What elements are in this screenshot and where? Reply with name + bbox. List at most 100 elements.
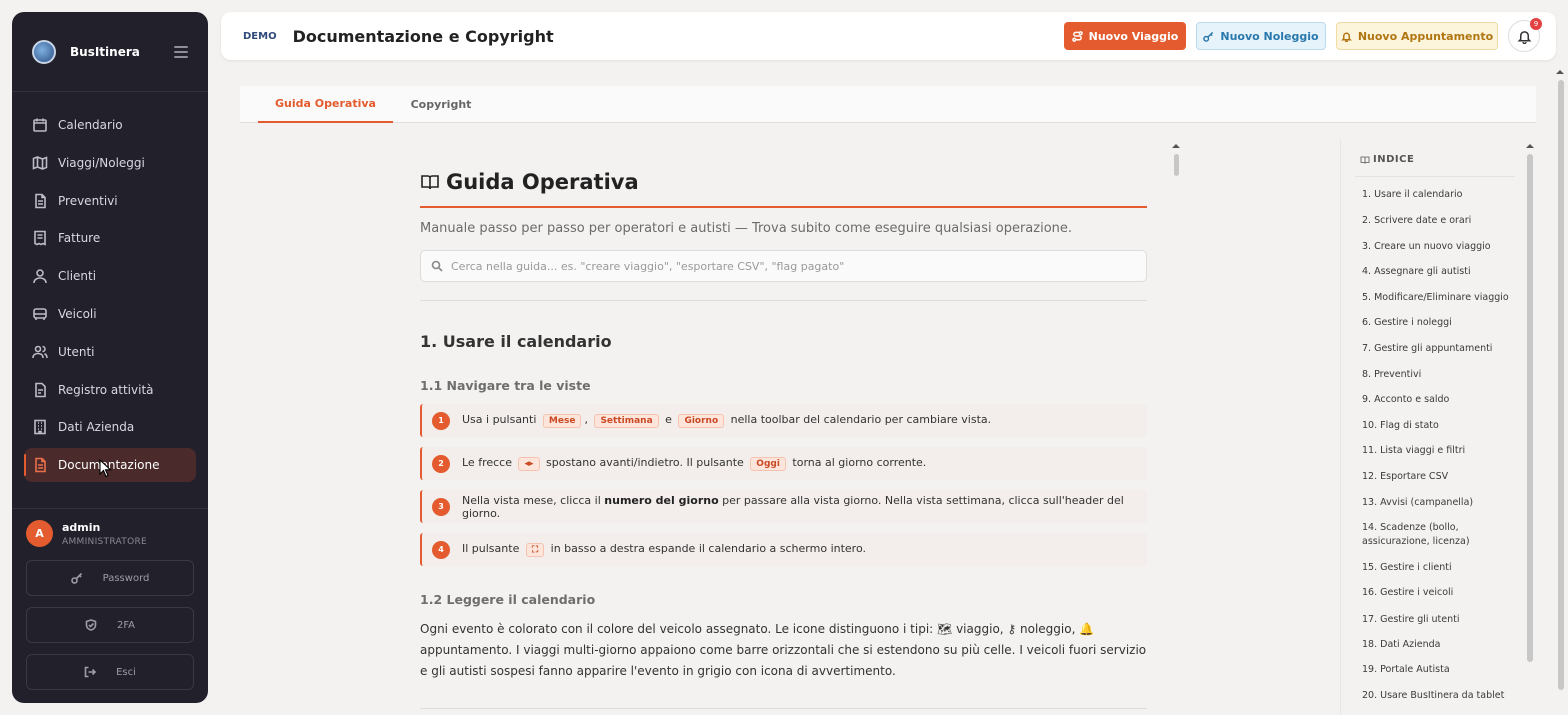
index-link[interactable]: 5. Modificare/Eliminare viaggio [1362, 291, 1527, 305]
sidebar-item-label: Veicoli [58, 306, 97, 321]
index-scrollbar[interactable] [1526, 144, 1534, 715]
route-icon [1071, 30, 1083, 42]
step-text: Nella vista mese, clicca il numero del g… [462, 493, 1124, 520]
paragraph: Ogni evento è colorato con il colore del… [420, 622, 1147, 678]
step-item: 4 Il pulsante ⛶ in basso a destra espand… [420, 533, 1147, 566]
search-placeholder: Cerca nella guida... es. "creare viaggio… [451, 259, 845, 273]
twofa-button[interactable]: 2FA [26, 607, 194, 643]
sidebar-item-label: Dati Azienda [58, 420, 135, 435]
sidebar-item-label: Viaggi/Noleggi [58, 155, 145, 170]
mouse-cursor-icon [99, 459, 112, 478]
sidebar-brand: BusItinera [12, 12, 208, 92]
index-link[interactable]: 10. Flag di stato [1362, 419, 1527, 433]
index-link[interactable]: 18. Dati Azienda [1362, 638, 1527, 652]
index-link[interactable]: 20. Usare BusItinera da tablet [1362, 689, 1527, 703]
index-title: INDICE [1360, 154, 1414, 165]
index-link[interactable]: 6. Gestire i noleggi [1362, 316, 1527, 330]
subsection-heading: 1.2 Leggere il calendario [420, 592, 596, 607]
sidebar-item-label: Fatture [58, 231, 101, 246]
guide-content: Guida Operativa Manuale passo per passo … [240, 140, 1185, 715]
content-scrollbar[interactable] [1172, 144, 1180, 715]
index-link[interactable]: 13. Avvisi (campanella) [1362, 496, 1527, 510]
index-link[interactable]: 19. Portale Autista [1362, 663, 1527, 677]
doc-tabs: Guida Operativa Copyright [240, 86, 1536, 123]
title-underline [420, 206, 1147, 208]
index-link[interactable]: 14. Scadenze (bollo, assicurazione, lice… [1362, 521, 1512, 549]
step-number: 2 [432, 454, 450, 473]
page-scrollbar[interactable] [1556, 70, 1566, 715]
scroll-up-arrow-icon[interactable] [1526, 144, 1534, 148]
sidebar-item-viaggi[interactable]: Viaggi/Noleggi [24, 146, 196, 180]
demo-badge: DEMO [243, 30, 277, 42]
app-name: BusItinera [70, 44, 140, 59]
index-link[interactable]: 4. Assegnare gli autisti [1362, 265, 1527, 279]
logout-button[interactable]: Esci [26, 654, 194, 690]
index-link[interactable]: 16. Gestire i veicoli [1362, 586, 1527, 600]
section-heading: 1. Usare il calendario [420, 332, 612, 351]
scrollbar-thumb[interactable] [1174, 154, 1179, 176]
user-role: AMMINISTRATORE [62, 536, 148, 547]
sidebar-item-calendario[interactable]: Calendario [24, 108, 196, 142]
tab-copyright[interactable]: Copyright [400, 86, 482, 123]
tab-guida-operativa[interactable]: Guida Operativa [258, 86, 393, 123]
log-icon [35, 382, 46, 397]
index-link[interactable]: 7. Gestire gli appuntamenti [1362, 342, 1527, 356]
index-link[interactable]: 9. Acconto e saldo [1362, 393, 1527, 407]
sidebar-item-registro[interactable]: Registro attività [24, 373, 196, 407]
password-button-label: Password [102, 572, 150, 584]
calendar-icon [33, 118, 47, 132]
index-link[interactable]: 2. Scrivere date e orari [1362, 214, 1527, 228]
new-trip-button[interactable]: Nuovo Viaggio [1064, 22, 1186, 50]
menu-toggle-icon[interactable] [174, 45, 188, 58]
key-icon [70, 572, 82, 584]
sidebar-item-label: Clienti [58, 269, 97, 284]
kbd-arrows: ◂▸ [518, 457, 540, 471]
index-link[interactable]: 17. Gestire gli utenti [1362, 613, 1527, 627]
key-icon [1203, 31, 1214, 42]
map-icon [32, 155, 48, 170]
sidebar-item-preventivi[interactable]: Preventivi [24, 184, 196, 218]
sidebar-item-clienti[interactable]: Clienti [24, 259, 196, 293]
step-number: 1 [432, 411, 450, 430]
index-link[interactable]: 1. Usare il calendario [1362, 188, 1527, 202]
sidebar-item-label: Registro attività [58, 382, 154, 397]
book-open-icon [1360, 156, 1370, 164]
scrollbar-thumb[interactable] [1527, 154, 1533, 662]
sidebar-nav: Calendario Viaggi/Noleggi Preventivi Fat… [12, 92, 208, 483]
new-appointment-button[interactable]: Nuovo Appuntamento [1336, 22, 1498, 50]
step-item: 3 Nella vista mese, clicca il numero del… [420, 490, 1147, 523]
guide-title: Guida Operativa [420, 170, 1147, 194]
kbd-oggi: Oggi [750, 457, 786, 471]
users-icon [32, 345, 48, 358]
index-link[interactable]: 12. Esportare CSV [1362, 470, 1527, 484]
kbd-fullscreen: ⛶ [525, 543, 545, 557]
scroll-up-arrow-icon[interactable] [1172, 144, 1180, 148]
avatar: A [26, 520, 53, 547]
new-trip-label: Nuovo Viaggio [1088, 29, 1179, 43]
guide-search-input[interactable]: Cerca nella guida... es. "creare viaggio… [420, 250, 1147, 282]
notifications-button[interactable]: 9 [1508, 18, 1542, 52]
scroll-up-arrow-icon[interactable] [1556, 70, 1564, 74]
document-icon [35, 193, 46, 208]
scrollbar-thumb[interactable] [1558, 80, 1564, 690]
sidebar-item-veicoli[interactable]: Veicoli [24, 297, 196, 331]
index-link[interactable]: 15. Gestire i clienti [1362, 561, 1527, 575]
shield-icon [85, 619, 97, 631]
new-rental-button[interactable]: Nuovo Noleggio [1196, 22, 1326, 50]
password-button[interactable]: Password [26, 560, 194, 596]
bus-icon [33, 308, 47, 320]
sidebar-item-dati-azienda[interactable]: Dati Azienda [24, 410, 196, 444]
search-icon [431, 260, 443, 272]
index-link[interactable]: 11. Lista viaggi e filtri [1362, 444, 1527, 458]
building-icon [34, 420, 46, 435]
sidebar-item-utenti[interactable]: Utenti [24, 335, 196, 369]
step-text: Usa i pulsanti Mese, Settimana e Giorno … [462, 413, 992, 428]
kbd-settimana: Settimana [594, 414, 659, 428]
guide-index: INDICE 1. Usare il calendario 2. Scriver… [1340, 140, 1536, 715]
logout-button-label: Esci [116, 666, 136, 678]
index-link[interactable]: 3. Creare un nuovo viaggio [1362, 240, 1527, 254]
sidebar-item-fatture[interactable]: Fatture [24, 221, 196, 255]
index-link[interactable]: 8. Preventivi [1362, 368, 1527, 382]
subsection-heading: 1.1 Navigare tra le viste [420, 378, 591, 393]
divider [420, 300, 1147, 301]
